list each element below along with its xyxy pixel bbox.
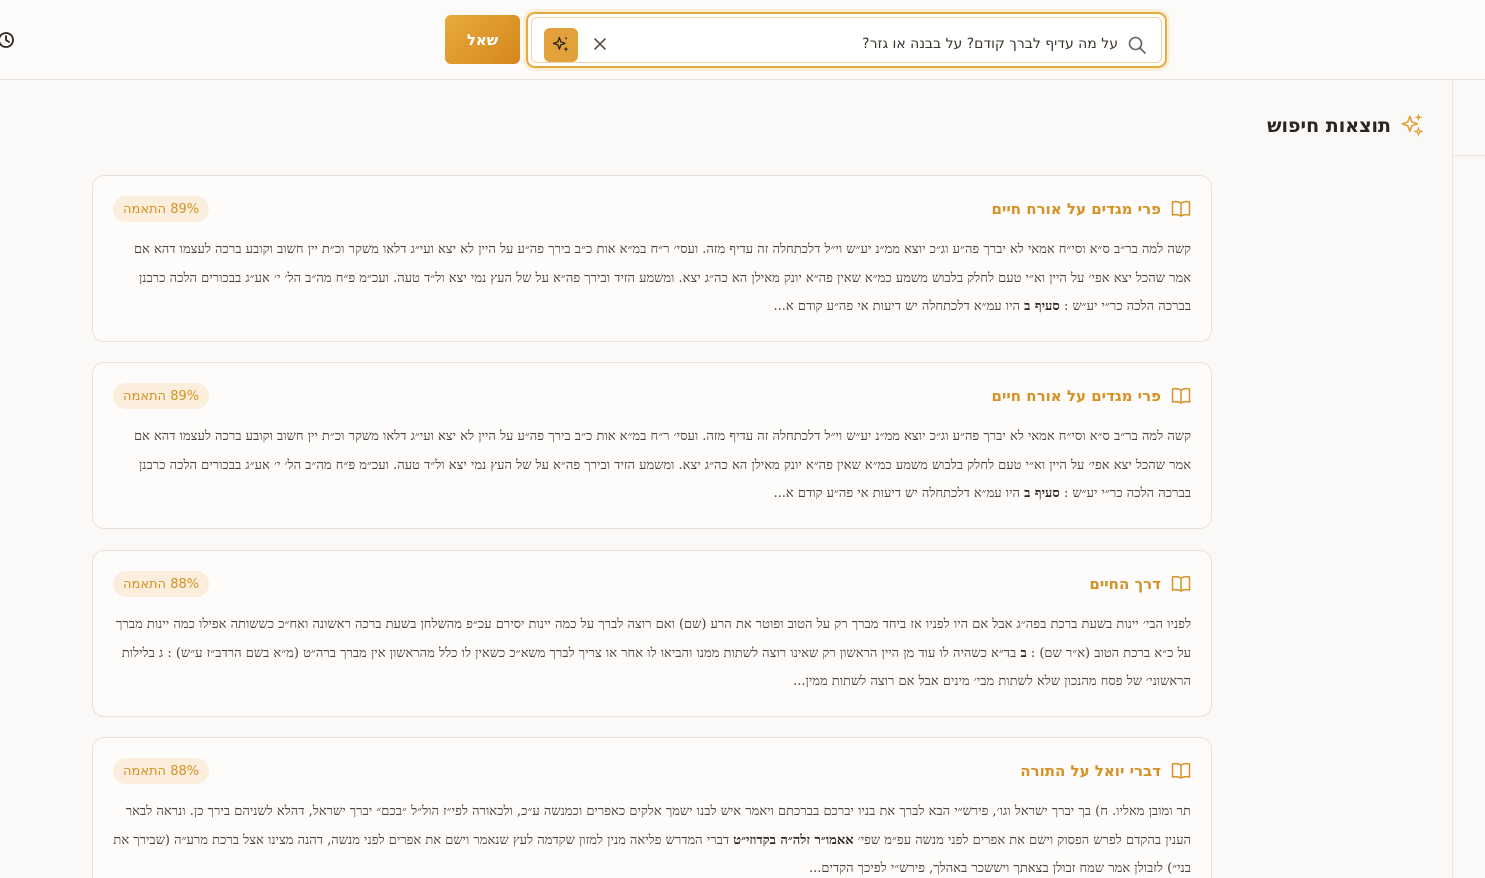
result-title[interactable]: דברי יואל על התורה — [1020, 762, 1191, 780]
snippet-highlight: סעיף ב — [1024, 299, 1060, 314]
result-title[interactable]: פרי מגדים על אורח חיים — [992, 200, 1192, 218]
rail-divider — [1453, 155, 1485, 156]
ai-search-button[interactable] — [544, 28, 578, 62]
result-snippet: קשה למה בר״ב ס״א וסי״ח אמאי לא יברך פה״ע… — [113, 423, 1191, 509]
match-badge: 88% התאמה — [113, 571, 210, 597]
result-card[interactable]: פרי מגדים על אורח חיים 89% התאמה קשה למה… — [92, 362, 1212, 529]
result-title-label: דברי יואל על התורה — [1020, 762, 1161, 780]
match-badge: 89% התאמה — [113, 383, 210, 409]
result-snippet: תר ומובן מאליו. ח) בך יברך ישראל וגו׳, פ… — [113, 798, 1191, 878]
book-icon — [1171, 575, 1191, 592]
result-title[interactable]: פרי מגדים על אורח חיים — [992, 387, 1192, 405]
search-input[interactable] — [622, 30, 1118, 58]
ask-button[interactable]: שאל — [445, 15, 520, 64]
snippet-highlight: סעיף ב — [1024, 486, 1060, 501]
sparkles-icon — [1401, 113, 1424, 137]
sparkles-icon — [552, 36, 569, 52]
result-snippet: קשה למה בר״ב ס״א וסי״ח אמאי לא יברך פה״ע… — [113, 236, 1191, 322]
result-title-label: פרי מגדים על אורח חיים — [991, 387, 1162, 405]
result-card[interactable]: דרך החיים 88% התאמה לפניו הבי׳ יינות בשע… — [92, 550, 1212, 717]
snippet-text: היו עמ״א דלכתחלה יש דיעות אי פה״ע קודם א… — [773, 486, 1025, 501]
result-card[interactable]: פרי מגדים על אורח חיים 89% התאמה קשה למה… — [92, 175, 1212, 342]
clear-search-button[interactable] — [590, 34, 610, 54]
results-title: תוצאות חיפוש — [1267, 115, 1391, 137]
results-header: תוצאות חיפוש — [1250, 110, 1425, 142]
book-icon — [1171, 762, 1191, 779]
top-bar: שאל — [0, 0, 1485, 80]
result-title-label: דרך החיים — [1089, 575, 1161, 593]
match-badge: 89% התאמה — [113, 196, 210, 222]
snippet-text: היו עמ״א דלכתחלה יש דיעות אי פה״ע קודם א… — [773, 299, 1025, 314]
close-icon — [594, 38, 606, 50]
result-snippet: לפניו הבי׳ יינות בשעת ברכת בפה״ג אבל אם … — [113, 611, 1191, 697]
result-card[interactable]: דברי יואל על התורה 88% התאמה תר ומובן מא… — [92, 737, 1212, 878]
match-badge: 88% התאמה — [113, 758, 210, 784]
history-icon[interactable] — [0, 30, 16, 50]
result-title-label: פרי מגדים על אורח חיים — [991, 200, 1162, 218]
result-title[interactable]: דרך החיים — [1089, 575, 1191, 593]
snippet-highlight: אאמו״ר זלה״ה בקדוזי״ט — [733, 832, 854, 848]
search-box — [526, 12, 1167, 68]
search-inner — [531, 17, 1162, 63]
search-icon — [1128, 36, 1146, 54]
right-rail — [1452, 80, 1485, 878]
book-icon — [1171, 200, 1191, 217]
book-icon — [1171, 387, 1191, 404]
